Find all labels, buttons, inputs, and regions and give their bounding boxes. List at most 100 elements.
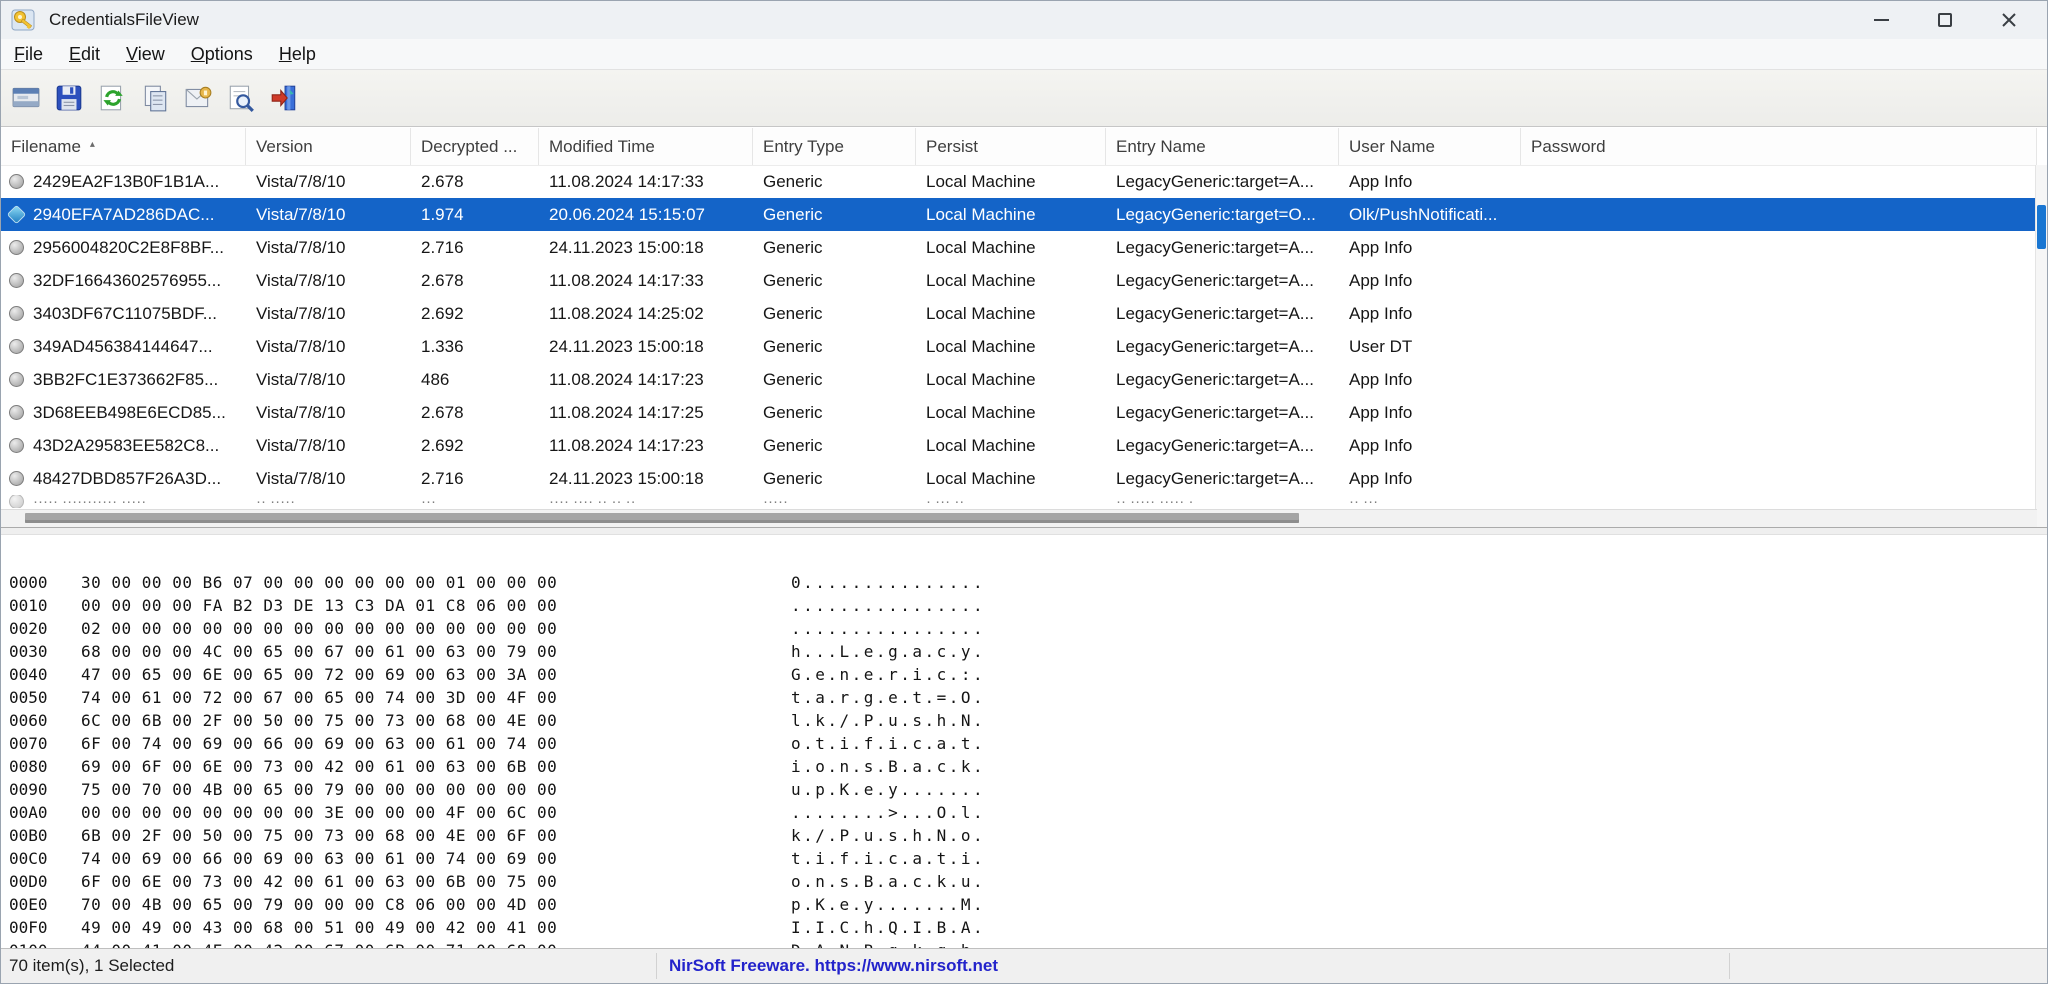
hex-offset: 0080 bbox=[9, 755, 48, 778]
table-row[interactable]: 3403DF67C11075BDF... Vista/7/8/10 2.692 … bbox=[1, 297, 2037, 330]
close-icon bbox=[2001, 12, 2017, 28]
menu-item[interactable]: View bbox=[113, 44, 178, 65]
credentials-list: Filename ▴ Version Decrypted ... Modifie… bbox=[1, 128, 2047, 527]
column-header-label: Filename bbox=[11, 137, 81, 157]
column-header-label: Entry Name bbox=[1116, 137, 1206, 157]
column-header[interactable]: Entry Type bbox=[753, 128, 916, 165]
table-row[interactable]: 3D68EEB498E6ECD85... Vista/7/8/10 2.678 … bbox=[1, 396, 2037, 429]
modified-time-cell: 11.08.2024 14:17:33 bbox=[539, 271, 753, 291]
minimize-icon bbox=[1874, 19, 1889, 21]
menu-item[interactable]: Edit bbox=[56, 44, 113, 65]
credential-icon bbox=[9, 438, 24, 453]
persist-cell: Local Machine bbox=[916, 304, 1106, 324]
panel-splitter[interactable] bbox=[1, 527, 2047, 535]
column-header[interactable]: Version bbox=[246, 128, 411, 165]
hex-line: 0030 68 00 00 00 4C 00 65 00 67 00 61 00… bbox=[1, 640, 2047, 663]
filename-text: 3D68EEB498E6ECD85... bbox=[33, 403, 226, 423]
find-button[interactable] bbox=[224, 78, 258, 118]
maximize-button[interactable] bbox=[1913, 1, 1977, 39]
persist-cell: Local Machine bbox=[916, 436, 1106, 456]
hex-offset: 0070 bbox=[9, 732, 48, 755]
hex-bytes: 6B 00 2F 00 50 00 75 00 73 00 68 00 4E 0… bbox=[81, 824, 557, 847]
table-row[interactable]: ····· ··········· ····· ·· ····· ··· ···… bbox=[1, 495, 2037, 508]
window-controls bbox=[1849, 1, 2041, 39]
hex-bytes: 68 00 00 00 4C 00 65 00 67 00 61 00 63 0… bbox=[81, 640, 557, 663]
vertical-scrollbar-thumb[interactable] bbox=[2037, 205, 2046, 249]
table-row[interactable]: 2956004820C2E8F8BF... Vista/7/8/10 2.716… bbox=[1, 231, 2037, 264]
column-header[interactable]: Decrypted ... bbox=[411, 128, 539, 165]
user-name-cell: App Info bbox=[1339, 370, 1521, 390]
hex-bytes: 47 00 65 00 6E 00 65 00 72 00 69 00 63 0… bbox=[81, 663, 557, 686]
credential-icon bbox=[9, 339, 24, 354]
user-name-cell: ·· ··· bbox=[1339, 495, 1521, 508]
column-header[interactable]: Filename ▴ bbox=[1, 128, 246, 165]
filename-cell: 2956004820C2E8F8BF... bbox=[1, 238, 246, 258]
vertical-scrollbar[interactable] bbox=[2035, 165, 2047, 527]
entry-type-cell: Generic bbox=[753, 271, 916, 291]
user-name-cell: App Info bbox=[1339, 436, 1521, 456]
hex-offset: 0050 bbox=[9, 686, 48, 709]
user-name-cell: App Info bbox=[1339, 238, 1521, 258]
table-row[interactable]: 349AD456384144647... Vista/7/8/10 1.336 … bbox=[1, 330, 2037, 363]
status-divider bbox=[656, 953, 657, 979]
nirsoft-link[interactable]: NirSoft Freeware. https://www.nirsoft.ne… bbox=[669, 956, 998, 976]
column-header[interactable]: Persist bbox=[916, 128, 1106, 165]
decrypted-cell: 2.716 bbox=[411, 238, 539, 258]
credential-icon bbox=[9, 273, 24, 288]
column-header[interactable]: Entry Name bbox=[1106, 128, 1339, 165]
entry-name-cell: LegacyGeneric:target=A... bbox=[1106, 172, 1339, 192]
user-name-cell: Olk/PushNotificati... bbox=[1339, 205, 1521, 225]
hex-line: 00A0 00 00 00 00 00 00 00 00 3E 00 00 00… bbox=[1, 801, 2047, 824]
column-header[interactable]: Modified Time bbox=[539, 128, 753, 165]
persist-cell: Local Machine bbox=[916, 205, 1106, 225]
menu-item[interactable]: File bbox=[1, 44, 56, 65]
toolbar bbox=[1, 70, 2047, 127]
filename-cell: 43D2A29583EE582C8... bbox=[1, 436, 246, 456]
table-row[interactable]: 48427DBD857F26A3D... Vista/7/8/10 2.716 … bbox=[1, 462, 2037, 495]
table-row[interactable]: 2429EA2F13B0F1B1A... Vista/7/8/10 2.678 … bbox=[1, 165, 2037, 198]
exit-icon bbox=[269, 83, 299, 113]
table-row[interactable]: 32DF16643602576955... Vista/7/8/10 2.678… bbox=[1, 264, 2037, 297]
table-row[interactable]: 43D2A29583EE582C8... Vista/7/8/10 2.692 … bbox=[1, 429, 2037, 462]
hex-offset: 00C0 bbox=[9, 847, 48, 870]
status-divider bbox=[1729, 953, 1730, 979]
hex-view-panel: 0000 30 00 00 00 B6 07 00 00 00 00 00 00… bbox=[1, 535, 2047, 951]
hex-bytes: 6F 00 6E 00 73 00 42 00 61 00 63 00 6B 0… bbox=[81, 870, 557, 893]
persist-cell: Local Machine bbox=[916, 238, 1106, 258]
entry-name-cell: ·· ····· ····· · bbox=[1106, 495, 1339, 508]
open-target-button[interactable] bbox=[9, 78, 43, 118]
entry-type-cell: Generic bbox=[753, 370, 916, 390]
find-icon bbox=[226, 83, 256, 113]
entry-name-cell: LegacyGeneric:target=A... bbox=[1106, 436, 1339, 456]
version-cell: Vista/7/8/10 bbox=[246, 304, 411, 324]
menu-item[interactable]: Options bbox=[178, 44, 266, 65]
entry-type-cell: Generic bbox=[753, 403, 916, 423]
version-cell: Vista/7/8/10 bbox=[246, 370, 411, 390]
copy-button[interactable] bbox=[138, 78, 172, 118]
minimize-button[interactable] bbox=[1849, 1, 1913, 39]
column-header[interactable]: User Name bbox=[1339, 128, 1521, 165]
hex-offset: 00F0 bbox=[9, 916, 48, 939]
properties-button[interactable] bbox=[181, 78, 215, 118]
credential-icon bbox=[9, 405, 24, 420]
hex-line: 0020 02 00 00 00 00 00 00 00 00 00 00 00… bbox=[1, 617, 2047, 640]
column-header[interactable]: Password bbox=[1521, 128, 2037, 165]
save-button[interactable] bbox=[52, 78, 86, 118]
hex-line: 00D0 6F 00 6E 00 73 00 42 00 61 00 63 00… bbox=[1, 870, 2047, 893]
filename-text: 2956004820C2E8F8BF... bbox=[33, 238, 224, 258]
entry-type-cell: ····· bbox=[753, 495, 916, 508]
exit-button[interactable] bbox=[267, 78, 301, 118]
horizontal-scrollbar[interactable] bbox=[1, 509, 2037, 527]
filename-text: 3403DF67C11075BDF... bbox=[33, 304, 217, 324]
filename-cell: 48427DBD857F26A3D... bbox=[1, 469, 246, 489]
modified-time-cell: 11.08.2024 14:17:25 bbox=[539, 403, 753, 423]
table-row[interactable]: 3BB2FC1E373662F85... Vista/7/8/10 486 11… bbox=[1, 363, 2037, 396]
hex-ascii: i.o.n.s.B.a.c.k. bbox=[791, 755, 985, 778]
user-name-cell: App Info bbox=[1339, 172, 1521, 192]
hex-line: 00B0 6B 00 2F 00 50 00 75 00 73 00 68 00… bbox=[1, 824, 2047, 847]
table-row[interactable]: 2940EFA7AD286DAC... Vista/7/8/10 1.974 2… bbox=[1, 198, 2037, 231]
menu-item[interactable]: Help bbox=[266, 44, 329, 65]
horizontal-scrollbar-thumb[interactable] bbox=[25, 513, 1299, 523]
refresh-button[interactable] bbox=[95, 78, 129, 118]
close-button[interactable] bbox=[1977, 1, 2041, 39]
